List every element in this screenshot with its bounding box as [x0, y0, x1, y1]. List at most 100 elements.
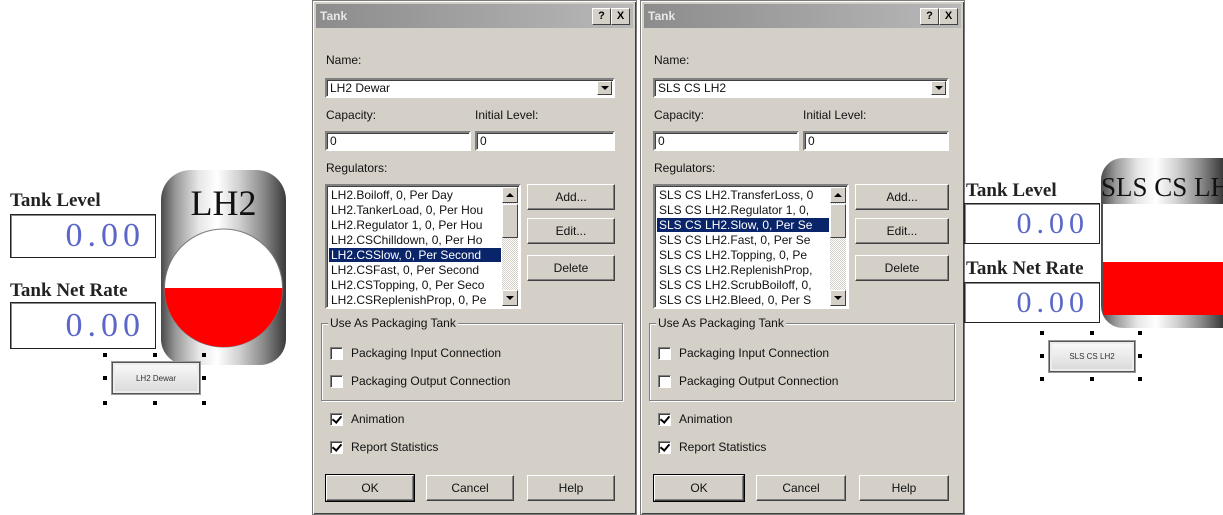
list-item[interactable]: LH2.CSChilldown, 0, Per Ho	[329, 233, 501, 247]
help-button[interactable]: Help	[859, 475, 949, 501]
selection-handle[interactable]	[153, 401, 157, 405]
context-help-button[interactable]: ?	[920, 8, 939, 25]
list-scrollbar[interactable]	[830, 187, 846, 306]
selection-handle[interactable]	[1090, 377, 1094, 381]
packaging-input-option[interactable]: Packaging Input Connection	[330, 346, 501, 360]
ok-button[interactable]: OK	[653, 474, 745, 502]
packaging-input-checkbox[interactable]	[658, 346, 671, 360]
list-item-selected[interactable]: LH2.CSSlow, 0, Per Second	[329, 248, 501, 262]
selection-handle[interactable]	[1040, 331, 1044, 335]
tank-level-gauge	[164, 228, 283, 348]
list-item[interactable]: LH2.CSReplenishProp, 0, Pe	[329, 293, 501, 307]
animation-label: Animation	[351, 412, 405, 426]
report-statistics-label: Report Statistics	[351, 440, 439, 454]
tank-name-tag[interactable]: LH2 Dewar	[112, 362, 200, 394]
animation-option[interactable]: Animation	[658, 412, 732, 426]
packaging-output-option[interactable]: Packaging Output Connection	[658, 374, 838, 388]
list-item[interactable]: SLS CS LH2.Topping, 0, Pe	[657, 248, 829, 262]
scroll-down-icon[interactable]	[502, 290, 518, 306]
initial-level-input[interactable]: 0	[475, 131, 615, 151]
list-item[interactable]: LH2.TankerLoad, 0, Per Hou	[329, 203, 501, 217]
selection-handle[interactable]	[153, 353, 157, 357]
list-item[interactable]: SLS CS LH2.Fast, 0, Per Se	[657, 233, 829, 247]
tank-name-tag[interactable]: SLS CS LH2	[1049, 341, 1135, 372]
list-item[interactable]: LH2.CSFast, 0, Per Second	[329, 263, 501, 277]
selection-handle[interactable]	[1090, 331, 1094, 335]
name-combobox[interactable]: SLS CS LH2	[653, 78, 949, 98]
list-item[interactable]: SLS CS LH2.ReplenishProp,	[657, 263, 829, 277]
packaging-tank-group: Use As Packaging Tank	[649, 316, 955, 401]
report-statistics-checkbox[interactable]	[658, 440, 671, 454]
selection-handle[interactable]	[202, 401, 206, 405]
chevron-down-icon[interactable]	[931, 81, 946, 95]
packaging-input-option[interactable]: Packaging Input Connection	[658, 346, 829, 360]
list-item[interactable]: SLS CS LH2.Regulator 1, 0,	[657, 203, 829, 217]
packaging-output-label: Packaging Output Connection	[679, 374, 839, 388]
initial-level-input[interactable]: 0	[803, 131, 949, 151]
list-item[interactable]: LH2.CSTopping, 0, Per Seco	[329, 278, 501, 292]
scroll-down-icon[interactable]	[830, 290, 846, 306]
cancel-button[interactable]: Cancel	[756, 475, 846, 501]
edit-regulator-button[interactable]: Edit...	[527, 218, 615, 244]
close-button[interactable]: X	[939, 8, 958, 25]
selection-handle[interactable]	[103, 401, 107, 405]
add-regulator-button[interactable]: Add...	[855, 184, 949, 210]
list-item[interactable]: SLS CS LH2.TransferLoss, 0	[657, 188, 829, 202]
scroll-thumb[interactable]	[830, 204, 846, 238]
chevron-down-icon[interactable]	[597, 81, 612, 95]
context-help-button[interactable]: ?	[592, 8, 611, 25]
selection-handle[interactable]	[103, 376, 107, 380]
name-value: SLS CS LH2	[658, 81, 727, 95]
animation-checkbox[interactable]	[330, 412, 343, 426]
regulators-list[interactable]: LH2.Boiloff, 0, Per Day LH2.TankerLoad, …	[325, 184, 521, 309]
title-bar[interactable]: Tank ? X	[316, 4, 633, 28]
list-item[interactable]: SLS CS LH2.Bleed, 0, Per S	[657, 293, 829, 307]
packaging-output-option[interactable]: Packaging Output Connection	[330, 374, 510, 388]
list-scrollbar[interactable]	[502, 187, 518, 306]
report-statistics-option[interactable]: Report Statistics	[330, 440, 438, 454]
tank-name-label: SLS CS LH2	[1101, 172, 1223, 202]
capacity-input[interactable]: 0	[325, 131, 471, 151]
close-button[interactable]: X	[611, 8, 630, 25]
packaging-input-checkbox[interactable]	[330, 346, 343, 360]
scroll-thumb[interactable]	[502, 204, 518, 238]
selection-handle[interactable]	[1040, 377, 1044, 381]
selection-handle[interactable]	[103, 353, 107, 357]
animation-checkbox[interactable]	[658, 412, 671, 426]
selection-handle[interactable]	[202, 353, 206, 357]
dialog-title: Tank	[648, 9, 676, 23]
selection-handle[interactable]	[1040, 354, 1044, 358]
packaging-output-checkbox[interactable]	[658, 374, 671, 388]
tank-level-readout: 0.00	[10, 214, 156, 258]
animation-option[interactable]: Animation	[330, 412, 404, 426]
report-statistics-checkbox[interactable]	[330, 440, 343, 454]
ok-button[interactable]: OK	[325, 474, 415, 502]
list-item-selected[interactable]: SLS CS LH2.Slow, 0, Per Se	[657, 218, 829, 232]
selection-handle[interactable]	[1138, 377, 1142, 381]
packaging-group-title: Use As Packaging Tank	[328, 316, 458, 330]
scroll-up-icon[interactable]	[830, 187, 846, 203]
delete-regulator-button[interactable]: Delete	[527, 255, 615, 281]
capacity-input[interactable]: 0	[653, 131, 799, 151]
fluid-level-fill	[164, 288, 283, 347]
delete-regulator-button[interactable]: Delete	[855, 255, 949, 281]
tank-level-label: Tank Level	[966, 180, 1057, 201]
selection-handle[interactable]	[1138, 354, 1142, 358]
title-bar[interactable]: Tank ? X	[644, 4, 961, 28]
scroll-up-icon[interactable]	[502, 187, 518, 203]
selection-handle[interactable]	[1138, 331, 1142, 335]
list-item[interactable]: LH2.Regulator 1, 0, Per Hou	[329, 218, 501, 232]
help-button[interactable]: Help	[527, 475, 615, 501]
cancel-button[interactable]: Cancel	[426, 475, 514, 501]
packaging-output-checkbox[interactable]	[330, 374, 343, 388]
report-statistics-option[interactable]: Report Statistics	[658, 440, 766, 454]
list-item[interactable]: LH2.Boiloff, 0, Per Day	[329, 188, 501, 202]
name-combobox[interactable]: LH2 Dewar	[325, 78, 615, 98]
edit-regulator-button[interactable]: Edit...	[855, 218, 949, 244]
gauge-window-empty	[1103, 204, 1223, 262]
selection-handle[interactable]	[202, 376, 206, 380]
regulators-list[interactable]: SLS CS LH2.TransferLoss, 0 SLS CS LH2.Re…	[653, 184, 849, 309]
list-item[interactable]: SLS CS LH2.ScrubBoiloff, 0,	[657, 278, 829, 292]
add-regulator-button[interactable]: Add...	[527, 184, 615, 210]
name-label: Name:	[654, 53, 690, 67]
